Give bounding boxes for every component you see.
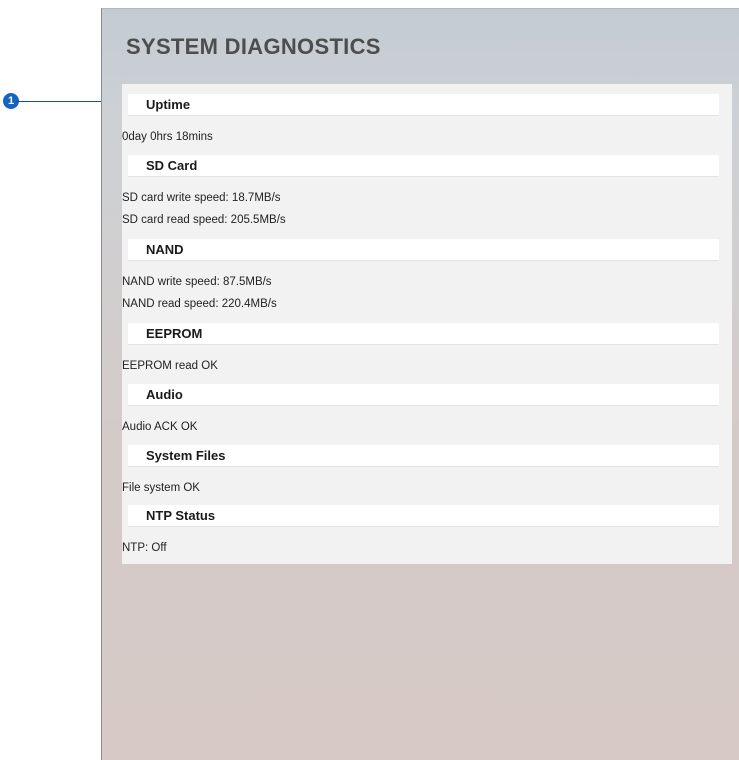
section-header-sd-card: SD Card [128,155,719,177]
file-system-status: File system OK [122,482,200,494]
eeprom-status: EEPROM read OK [122,360,218,372]
sd-card-read-speed: SD card read speed: 205.5MB/s [122,214,286,226]
section-header-nand: NAND [128,239,719,261]
diagnostics-card: Uptime 0day 0hrs 18mins SD Card SD card … [122,84,732,564]
section-header-eeprom: EEPROM [128,323,719,345]
section-header-system-files: System Files [128,445,719,467]
section-header-audio: Audio [128,384,719,406]
ntp-status-value: NTP: Off [122,542,167,554]
nand-write-speed: NAND write speed: 87.5MB/s [122,276,272,288]
section-header-ntp-status: NTP Status [128,505,719,527]
page-title: SYSTEM DIAGNOSTICS [126,34,381,59]
audio-status: Audio ACK OK [122,421,198,433]
section-header-uptime: Uptime [128,94,719,116]
nand-read-speed: NAND read speed: 220.4MB/s [122,298,277,310]
diagnostics-panel: SYSTEM DIAGNOSTICS Uptime 0day 0hrs 18mi… [101,8,739,760]
sd-card-write-speed: SD card write speed: 18.7MB/s [122,192,281,204]
uptime-value: 0day 0hrs 18mins [122,131,213,143]
